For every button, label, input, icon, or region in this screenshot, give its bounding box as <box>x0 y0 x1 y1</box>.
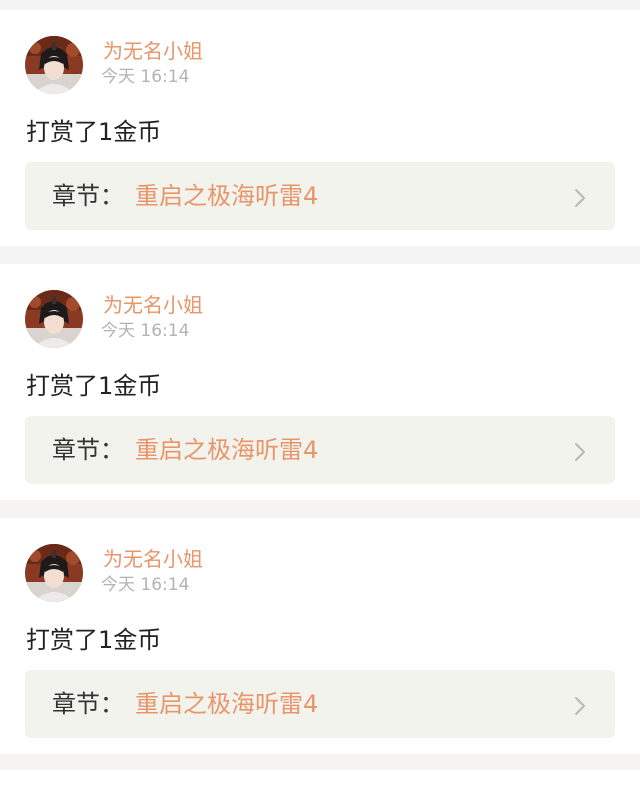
reward-message: 打赏了1金币 <box>26 118 162 146</box>
reward-card: 为无名小姐 今天 16:14 打赏了1金币 章节： 重启之极海听雷4 <box>0 264 640 500</box>
chapter-link[interactable]: 章节： 重启之极海听雷4 <box>25 416 615 484</box>
username[interactable]: 为无名小姐 <box>103 38 203 64</box>
chapter-label: 章节： <box>52 690 124 718</box>
chapter-label: 章节： <box>52 182 124 210</box>
reward-card: 为无名小姐 今天 16:14 打赏了1金币 章节： 重启之极海听雷4 <box>0 10 640 246</box>
avatar-image <box>25 36 83 94</box>
user-avatar[interactable] <box>25 290 83 348</box>
chapter-title: 重启之极海听雷4 <box>135 690 319 718</box>
chapter-label: 章节： <box>52 436 124 464</box>
username[interactable]: 为无名小姐 <box>103 546 203 572</box>
reward-card: 为无名小姐 今天 16:14 打赏了1金币 章节： 重启之极海听雷4 <box>0 518 640 754</box>
timestamp: 今天 16:14 <box>101 321 190 341</box>
chapter-link[interactable]: 章节： 重启之极海听雷4 <box>25 670 615 738</box>
reward-message: 打赏了1金币 <box>26 626 162 654</box>
chapter-title: 重启之极海听雷4 <box>135 436 319 464</box>
chapter-link[interactable]: 章节： 重启之极海听雷4 <box>25 162 615 230</box>
chevron-right-icon <box>575 697 585 715</box>
avatar-image <box>25 544 83 602</box>
reward-feed: 为无名小姐 今天 16:14 打赏了1金币 章节： 重启之极海听雷4 为无名小姐… <box>0 0 640 788</box>
reward-message: 打赏了1金币 <box>26 372 162 400</box>
user-avatar[interactable] <box>25 36 83 94</box>
chevron-right-icon <box>575 189 585 207</box>
user-avatar[interactable] <box>25 544 83 602</box>
chapter-title: 重启之极海听雷4 <box>135 182 319 210</box>
timestamp: 今天 16:14 <box>101 575 190 595</box>
reward-card <box>0 770 640 788</box>
username[interactable]: 为无名小姐 <box>103 292 203 318</box>
chevron-right-icon <box>575 443 585 461</box>
timestamp: 今天 16:14 <box>101 67 190 87</box>
avatar-image <box>25 290 83 348</box>
